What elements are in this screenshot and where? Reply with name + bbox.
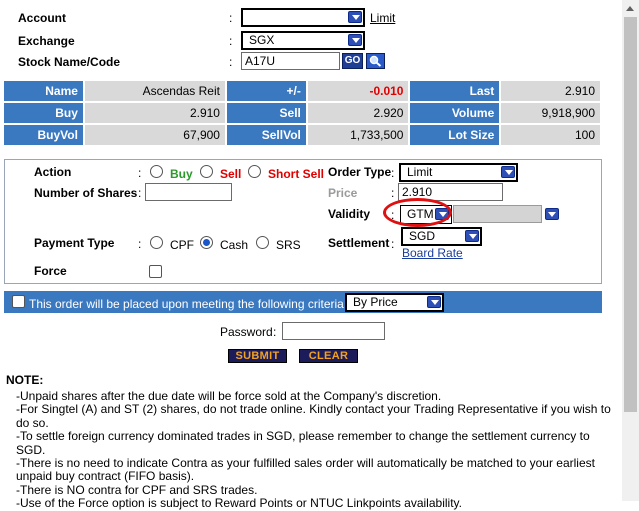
quote-header: SellVol [226,125,306,145]
short-sell-radio[interactable] [248,165,261,178]
submit-button[interactable]: SUBMIT [228,349,287,363]
buy-radio[interactable] [150,165,163,178]
quote-header: +/- [226,81,306,101]
price-label: Price [328,186,358,200]
quote-header: Last [410,81,500,101]
shares-input[interactable] [145,183,232,201]
payment-colon: : [138,237,142,251]
password-input[interactable] [282,322,385,340]
cpf-label: CPF [170,238,194,252]
settlement-label: Settlement [328,236,390,250]
shares-label: Number of Shares [34,186,138,200]
chevron-down-icon[interactable] [427,296,441,308]
validity-label: Validity [328,207,371,221]
quote-value: Ascendas Reit [84,81,225,101]
settlement-colon: : [391,237,395,251]
sell-label: Sell [220,167,242,181]
quote-header: Sell [226,103,306,123]
quote-header: Name [4,81,83,101]
account-label: Account [18,11,66,25]
scrollbar-thumb[interactable] [624,17,637,412]
quote-table: Name Ascendas Reit +/- -0.010 Last 2.910… [2,79,602,147]
exchange-colon: : [229,34,233,48]
stock-label: Stock Name/Code [18,55,121,69]
account-colon: : [229,11,233,25]
sell-radio[interactable] [200,165,213,178]
settlement-select[interactable]: SGD [401,227,482,246]
criteria-select[interactable]: By Price [345,293,444,312]
chevron-down-icon[interactable] [348,34,362,46]
order-type-select[interactable]: Limit [399,163,518,182]
srs-label: SRS [276,238,301,252]
quote-header: Buy [4,103,83,123]
quote-value: 67,900 [84,125,225,145]
password-label: Password [220,325,273,339]
quote-value: 100 [501,125,600,145]
list-item: -For Singtel (A) and ST (2) shares, do n… [16,402,611,430]
action-colon: : [138,166,142,180]
vertical-scrollbar[interactable] [622,0,639,501]
quote-value: 9,918,900 [501,103,600,123]
table-row: Buy 2.910 Sell 2.920 Volume 9,918,900 [4,103,600,123]
quote-header: BuyVol [4,125,83,145]
chevron-down-icon[interactable] [465,230,479,242]
criteria-checkbox[interactable] [12,295,25,308]
list-item: -There is no need to indicate Contra as … [16,456,595,484]
order-type-label: Order Type [328,165,392,179]
action-label: Action [34,165,72,179]
force-checkbox[interactable] [149,265,162,278]
quote-header: Lot Size [410,125,500,145]
validity-date-field[interactable] [453,205,542,223]
cash-radio[interactable] [200,236,213,249]
short-sell-label: Short Sell [268,167,325,181]
quote-value: 2.920 [307,103,409,123]
exchange-label: Exchange [18,34,75,48]
search-icon[interactable] [366,53,385,69]
board-rate-link[interactable]: Board Rate [402,246,463,260]
highlight-circle [383,198,452,227]
table-row: BuyVol 67,900 SellVol 1,733,500 Lot Size… [4,125,600,145]
quote-value: 2.910 [501,81,600,101]
shares-colon: : [138,186,142,200]
list-item: -Unpaid shares after the due date will b… [16,389,442,403]
account-select[interactable] [241,8,365,27]
price-colon: : [391,186,395,200]
list-item: -Use of the Force option is subject to R… [16,496,462,511]
order-type-colon: : [391,166,395,180]
payment-label: Payment Type [34,236,115,250]
chevron-down-icon[interactable] [348,11,362,23]
quote-change-value: -0.010 [307,81,409,101]
criteria-value: By Price [353,295,398,309]
force-label: Force [34,264,67,278]
cpf-radio[interactable] [150,236,163,249]
list-item: -There is NO contra for CPF and SRS trad… [16,482,258,497]
clear-button[interactable]: CLEAR [299,349,358,363]
notes-list: -Unpaid shares after the due date will b… [16,389,616,511]
limit-link[interactable]: Limit [370,11,395,25]
order-type-value: Limit [407,165,433,179]
scroll-up-icon[interactable] [622,0,639,17]
quote-header: Volume [410,103,500,123]
list-item: -To settle foreign currency dominated tr… [16,429,590,457]
password-colon: : [273,325,277,339]
stock-code-input[interactable]: A17U [241,52,340,70]
criteria-label: This order will be placed upon meeting t… [29,297,348,311]
exchange-value: SGX [249,33,275,47]
stock-colon: : [229,55,233,69]
buy-label: Buy [170,167,193,181]
go-button[interactable]: GO [342,53,363,69]
notes-title: NOTE: [6,373,44,387]
chevron-down-icon[interactable] [545,208,559,220]
settlement-value: SGD [409,229,436,243]
quote-value: 2.910 [84,103,225,123]
cash-label: Cash [220,238,249,252]
srs-radio[interactable] [256,236,269,249]
quote-value: 1,733,500 [307,125,409,145]
chevron-down-icon[interactable] [501,166,515,178]
exchange-select[interactable]: SGX [241,31,365,50]
table-row: Name Ascendas Reit +/- -0.010 Last 2.910 [4,81,600,101]
